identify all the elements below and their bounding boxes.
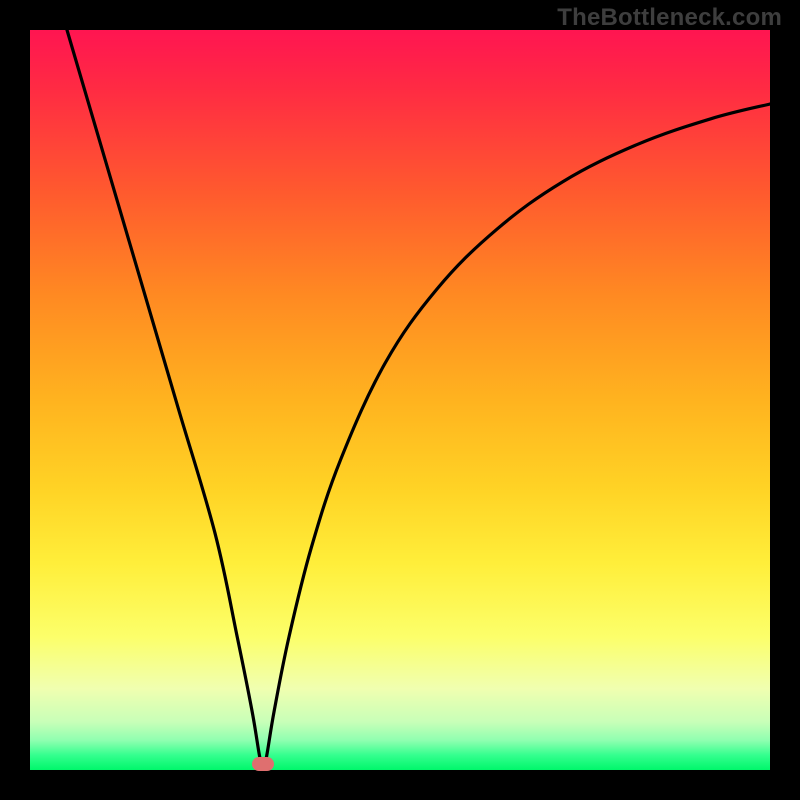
bottleneck-curve-path	[67, 30, 770, 770]
curve-svg	[30, 30, 770, 770]
watermark-text: TheBottleneck.com	[557, 4, 782, 32]
optimal-point-marker	[252, 757, 274, 771]
chart-frame: TheBottleneck.com	[0, 0, 800, 800]
plot-area	[30, 30, 770, 770]
